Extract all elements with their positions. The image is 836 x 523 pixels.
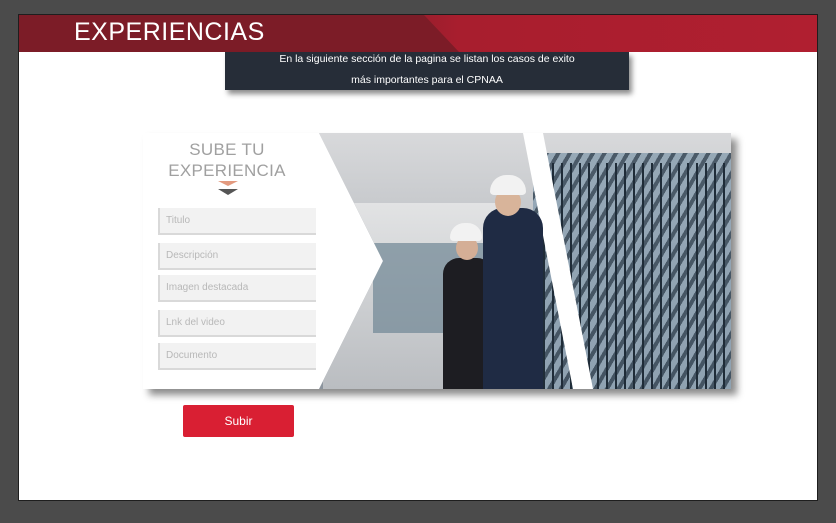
page-canvas: EXPERIENCIAS En la siguiente sección de … <box>18 14 818 501</box>
info-text-line-2: más importantes para el CPNAA <box>351 74 503 86</box>
upload-card: SUBE TU EXPERIENCIA <box>143 133 731 389</box>
header-bar: EXPERIENCIAS <box>19 15 817 52</box>
featured-image-field[interactable] <box>158 275 316 302</box>
form-title: SUBE TU EXPERIENCIA <box>163 139 291 181</box>
form-title-line-1: SUBE TU <box>189 140 265 159</box>
document-field[interactable] <box>158 343 316 370</box>
info-text-line-1: En la siguiente sección de la pagina se … <box>279 53 575 65</box>
form-title-line-2: EXPERIENCIA <box>168 161 286 180</box>
description-field[interactable] <box>158 243 316 270</box>
chevron-down-icon <box>218 181 238 186</box>
submit-button[interactable]: Subir <box>183 405 294 437</box>
chevron-down-icon-dark <box>218 189 238 195</box>
page-title: EXPERIENCIAS <box>74 18 265 46</box>
title-field[interactable] <box>158 208 316 235</box>
info-banner: En la siguiente sección de la pagina se … <box>225 52 629 90</box>
video-link-field[interactable] <box>158 310 316 337</box>
